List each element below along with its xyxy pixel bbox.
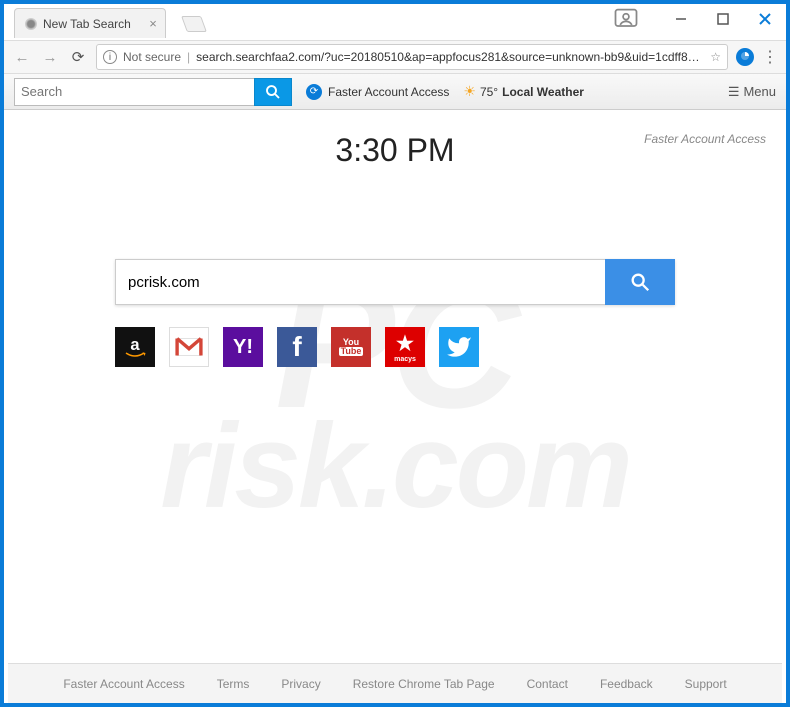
minimize-button[interactable] — [660, 7, 702, 31]
back-button[interactable]: ← — [12, 49, 32, 66]
footer-link[interactable]: Privacy — [281, 677, 320, 691]
yahoo-icon[interactable]: Y! — [223, 327, 263, 367]
extension-icon[interactable] — [736, 48, 754, 66]
facebook-icon[interactable]: f — [277, 327, 317, 367]
not-secure-label: Not secure — [123, 50, 181, 64]
tab-favicon — [25, 18, 37, 30]
browser-menu-icon[interactable]: ⋮ — [762, 47, 778, 67]
close-button[interactable] — [744, 7, 786, 31]
user-account-icon[interactable] — [612, 5, 640, 33]
footer-link[interactable]: Feedback — [600, 677, 653, 691]
toolbar-search — [14, 78, 292, 106]
toolbar-search-button[interactable] — [254, 78, 292, 106]
brand-tagline: Faster Account Access — [644, 132, 766, 146]
amazon-icon[interactable]: a — [115, 327, 155, 367]
footer-link[interactable]: Contact — [527, 677, 568, 691]
site-info-icon[interactable]: i — [103, 50, 117, 64]
toolbar-menu-label: Menu — [743, 84, 776, 99]
toolbar-search-input[interactable] — [14, 78, 254, 106]
weather-label: Local Weather — [502, 85, 584, 99]
page-content: Faster Account Access 3:30 PM a Y! f You… — [4, 110, 786, 666]
weather-widget[interactable]: ☀ 75° Local Weather — [463, 83, 584, 100]
main-search-input[interactable] — [115, 259, 605, 305]
macys-icon[interactable]: ★ macys — [385, 327, 425, 367]
page-toolbar: ⟳ Faster Account Access ☀ 75° Local Weat… — [4, 74, 786, 110]
search-icon — [264, 83, 282, 101]
footer-link[interactable]: Restore Chrome Tab Page — [353, 677, 495, 691]
footer-link[interactable]: Support — [685, 677, 727, 691]
tab-title: New Tab Search — [43, 17, 131, 31]
weather-temp: 75° — [480, 85, 498, 99]
tab-close-icon[interactable]: × — [149, 16, 157, 31]
gmail-icon[interactable] — [169, 327, 209, 367]
svg-text:a: a — [130, 336, 140, 354]
url-text: search.searchfaa2.com/?uc=20180510&ap=ap… — [196, 50, 700, 64]
main-search — [115, 259, 675, 305]
quick-links-row: a Y! f You Tube ★ macys — [115, 327, 675, 367]
address-bar[interactable]: i Not secure | search.searchfaa2.com/?uc… — [96, 44, 728, 70]
faa-dot-icon: ⟳ — [306, 84, 322, 100]
twitter-icon[interactable] — [439, 327, 479, 367]
reload-button[interactable]: ⟳ — [68, 48, 88, 66]
forward-button: → — [40, 49, 60, 66]
search-icon — [629, 271, 651, 293]
browser-tab[interactable]: New Tab Search × — [14, 8, 166, 38]
navigation-bar: ← → ⟳ i Not secure | search.searchfaa2.c… — [4, 40, 786, 74]
faster-account-access-link[interactable]: ⟳ Faster Account Access — [306, 84, 449, 100]
bookmark-star-icon[interactable]: ☆ — [710, 50, 721, 64]
page-footer: Faster Account Access Terms Privacy Rest… — [8, 663, 782, 703]
youtube-icon[interactable]: You Tube — [331, 327, 371, 367]
faa-link-label: Faster Account Access — [328, 85, 449, 99]
footer-link[interactable]: Terms — [217, 677, 250, 691]
footer-link[interactable]: Faster Account Access — [63, 677, 184, 691]
main-search-button[interactable] — [605, 259, 675, 305]
toolbar-menu-button[interactable]: ☰ Menu — [728, 84, 776, 100]
maximize-button[interactable] — [702, 7, 744, 31]
sun-icon: ☀ — [463, 83, 476, 100]
hamburger-icon: ☰ — [728, 84, 740, 100]
